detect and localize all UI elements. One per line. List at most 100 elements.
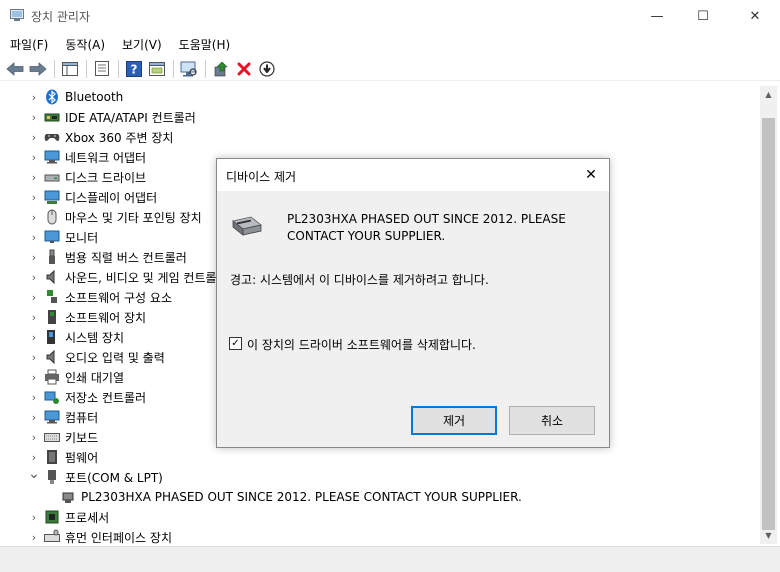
chevron-right-icon[interactable]: › [28,451,40,464]
update-driver-button[interactable] [210,58,232,80]
chevron-right-icon[interactable]: › [28,91,40,104]
chevron-right-icon[interactable]: › [28,531,40,544]
tree-category-item[interactable]: › 시스템 장치 [4,327,124,347]
minimize-button[interactable]: — [634,0,680,32]
chevron-right-icon[interactable]: › [28,111,40,124]
show-hide-console-tree-button[interactable] [59,58,81,80]
serial-port-icon [232,216,262,236]
delete-x-icon [237,62,251,75]
chevron-right-icon[interactable]: › [28,371,40,384]
forward-button[interactable] [27,58,49,80]
tree-category-item[interactable]: › 모니터 [4,227,98,247]
menu-file[interactable]: 파일(F) [0,32,55,56]
system-device-icon [44,329,60,345]
gamepad-icon [44,129,60,145]
title-bar: 장치 관리자 — ☐ ✕ [0,0,780,32]
audio-icon [44,349,60,365]
uninstall-button[interactable]: 제거 [411,406,497,435]
tree-category-item[interactable]: › 휴먼 인터페이스 장치 [4,527,172,544]
tree-item-label: 오디오 입력 및 출력 [65,350,165,365]
tree-category-item[interactable]: › 오디오 입력 및 출력 [4,347,165,367]
tree-item-label: 프로세서 [65,510,110,525]
chevron-right-icon[interactable]: › [28,151,40,164]
chevron-right-icon[interactable]: › [28,251,40,264]
chevron-right-icon[interactable]: › [28,211,40,224]
tree-item-label: 펌웨어 [65,450,99,465]
toolbar-separator [118,59,119,78]
software-component-icon [44,289,60,305]
chevron-right-icon[interactable]: › [28,431,40,444]
tree-item-label: 범용 직렬 버스 컨트롤러 [65,250,187,265]
tree-category-item[interactable]: › Bluetooth [4,87,123,107]
keyboard-icon [44,429,60,445]
scroll-up-arrow-icon[interactable]: ▲ [760,86,777,103]
scroll-down-arrow-icon[interactable]: ▼ [760,527,777,544]
status-bar [0,546,780,572]
chevron-right-icon[interactable]: › [28,351,40,364]
toolbar: ? [0,57,780,81]
tree-category-item[interactable]: › 소프트웨어 구성 요소 [4,287,172,307]
chevron-right-icon[interactable]: › [28,171,40,184]
port-icon [44,469,60,485]
chevron-right-icon[interactable]: › [28,311,40,324]
close-window-button[interactable]: ✕ [732,0,778,32]
help-icon: ? [126,60,142,77]
toolbar-separator [86,59,87,78]
tree-category-item[interactable]: › Xbox 360 주변 장치 [4,127,174,147]
tree-item-label: IDE ATA/ATAPI 컨트롤러 [65,110,196,125]
delete-driver-checkbox[interactable]: ✓ [229,337,242,350]
tree-child-item[interactable]: PL2303HXA PHASED OUT SINCE 2012. PLEASE … [4,487,522,507]
uninstall-device-button[interactable] [233,58,255,80]
chevron-right-icon[interactable]: › [28,291,40,304]
vertical-scrollbar[interactable]: ▲ ▼ [760,86,777,544]
maximize-button[interactable]: ☐ [680,0,726,32]
tree-category-item[interactable]: › 프로세서 [4,507,109,527]
menu-view[interactable]: 보기(V) [112,32,169,56]
tree-category-item[interactable]: › 디스플레이 어댑터 [4,187,157,207]
tree-category-item[interactable]: › 디스크 드라이브 [4,167,146,187]
tree-category-item[interactable]: › 네트워크 어댑터 [4,147,146,167]
help-button[interactable]: ? [123,58,145,80]
tree-item-label: Bluetooth [65,90,124,104]
tree-item-label: 포트(COM & LPT) [65,470,163,485]
chevron-right-icon[interactable]: › [28,271,40,284]
tree-item-label: 사운드, 비디오 및 게임 컨트롤러 [65,270,228,285]
tree-category-item[interactable]: › 범용 직렬 버스 컨트롤러 [4,247,187,267]
delete-driver-checkbox-label[interactable]: 이 장치의 드라이버 소프트웨어를 삭제합니다. [247,336,476,353]
tree-category-item[interactable]: › 마우스 및 기타 포인팅 장치 [4,207,202,227]
cancel-button[interactable]: 취소 [509,406,595,435]
processor-icon [44,509,60,525]
tree-category-item[interactable]: › 키보드 [4,427,98,447]
action-pane-button[interactable] [146,58,168,80]
chevron-right-icon[interactable]: › [28,191,40,204]
chevron-right-icon[interactable]: › [28,331,40,344]
tree-category-item[interactable]: › 저장소 컨트롤러 [4,387,146,407]
tree-category-item[interactable]: › 사운드, 비디오 및 게임 컨트롤러 [4,267,228,287]
tree-category-item[interactable]: › 소프트웨어 장치 [4,307,146,327]
console-tree-icon [62,61,78,76]
scrollbar-thumb[interactable] [762,118,775,530]
menu-action[interactable]: 동작(A) [55,32,112,56]
tree-category-item[interactable]: › 컴퓨터 [4,407,98,427]
chevron-right-icon[interactable]: › [28,131,40,144]
properties-button[interactable] [91,58,113,80]
tree-category-item[interactable]: › 펌웨어 [4,447,98,467]
tree-category-item[interactable]: › 인쇄 대기열 [4,367,124,387]
dialog-title: 디바이스 제거 [226,170,297,184]
speaker-icon [44,269,60,285]
chevron-right-icon[interactable]: › [28,511,40,524]
tree-item-label: 컴퓨터 [65,410,99,425]
chevron-right-icon[interactable]: › [28,391,40,404]
chevron-right-icon[interactable]: › [28,411,40,424]
arrow-right-icon [29,61,47,76]
tree-category-item[interactable]: › IDE ATA/ATAPI 컨트롤러 [4,107,196,127]
menu-help[interactable]: 도움말(H) [169,32,238,56]
back-button[interactable] [4,58,26,80]
disable-device-button[interactable] [256,58,278,80]
scan-hardware-button[interactable] [178,58,200,80]
chevron-right-icon[interactable]: › [28,231,40,244]
dialog-close-button[interactable]: ✕ [573,159,609,191]
chevron-down-icon[interactable]: ⌄ [28,466,40,482]
scan-hardware-icon [180,61,197,76]
tree-category-item[interactable]: ⌄ 포트(COM & LPT) [4,466,163,487]
